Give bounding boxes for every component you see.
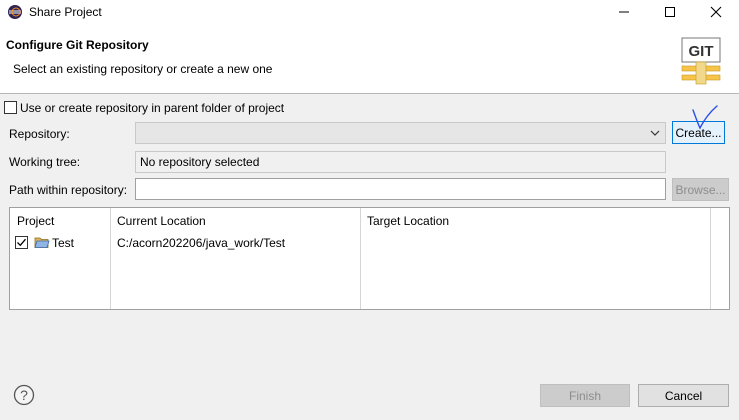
- project-folder-icon: [34, 237, 50, 248]
- cancel-button-label: Cancel: [664, 388, 703, 403]
- finish-button-label: Finish: [568, 388, 601, 403]
- wizard-banner: Configure Git Repository Select an exist…: [0, 24, 739, 94]
- git-logo-icon: GIT: [681, 37, 721, 85]
- column-separator: [710, 208, 711, 309]
- row-current-location: C:/acorn202206/java_work/Test: [117, 236, 286, 250]
- column-separator: [110, 208, 111, 309]
- annotation-checkmark-icon: [692, 105, 718, 130]
- close-icon: [710, 6, 722, 18]
- banner-title: Configure Git Repository: [6, 38, 149, 52]
- working-tree-label: Working tree:: [9, 155, 81, 169]
- help-icon[interactable]: ?: [13, 384, 35, 406]
- minimize-button[interactable]: [601, 0, 647, 24]
- repository-combo[interactable]: [135, 122, 666, 144]
- cancel-button[interactable]: Cancel: [638, 384, 729, 407]
- browse-button[interactable]: Browse...: [672, 178, 729, 201]
- path-label: Path within repository:: [9, 183, 128, 197]
- header-target-location[interactable]: Target Location: [367, 214, 449, 228]
- eclipse-icon: [8, 5, 22, 19]
- use-parent-checkbox[interactable]: [4, 101, 17, 114]
- working-tree-value: No repository selected: [140, 155, 260, 169]
- window-title: Share Project: [29, 5, 102, 19]
- minimize-icon: [619, 11, 629, 13]
- column-separator: [360, 208, 361, 309]
- maximize-icon: [665, 7, 675, 17]
- path-input[interactable]: [135, 178, 666, 200]
- banner-subtitle: Select an existing repository or create …: [13, 62, 273, 76]
- row-project: Test: [52, 236, 75, 250]
- header-current-location[interactable]: Current Location: [117, 214, 206, 228]
- checkmark-icon: [17, 238, 26, 247]
- header-project[interactable]: Project: [17, 214, 54, 228]
- chevron-down-icon: [650, 130, 660, 136]
- maximize-button[interactable]: [647, 0, 693, 24]
- git-logo-text: GIT: [689, 43, 714, 60]
- row-checkbox[interactable]: [15, 236, 28, 249]
- svg-text:?: ?: [20, 387, 28, 403]
- title-bar: Share Project: [0, 0, 739, 24]
- browse-button-label: Browse...: [675, 182, 726, 197]
- working-tree-field: No repository selected: [135, 151, 666, 173]
- repository-label: Repository:: [9, 127, 70, 141]
- project-table[interactable]: Project Current Location Target Location…: [9, 207, 730, 310]
- use-parent-label: Use or create repository in parent folde…: [20, 101, 285, 115]
- close-button[interactable]: [693, 0, 739, 24]
- finish-button[interactable]: Finish: [540, 384, 630, 407]
